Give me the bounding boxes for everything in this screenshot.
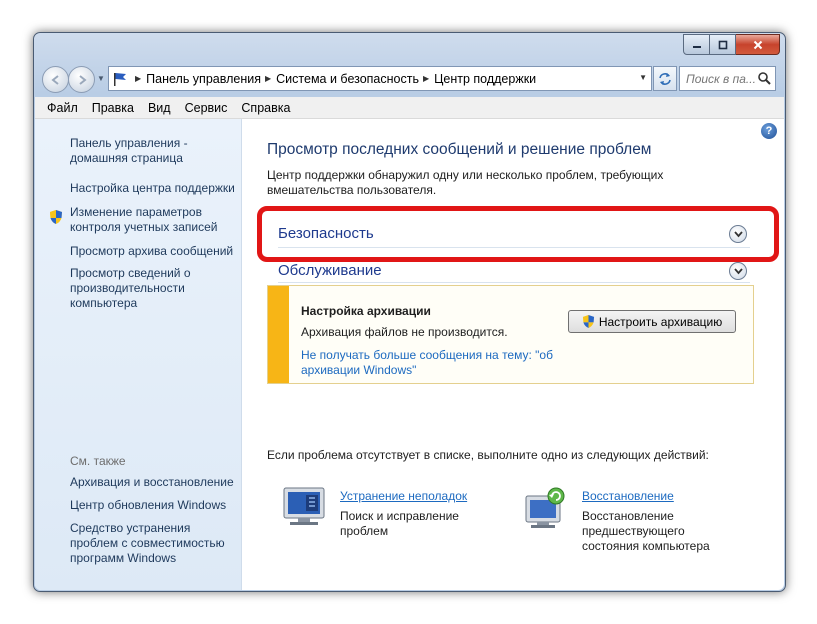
- address-bar[interactable]: ▶ Панель управления ▶ Система и безопасн…: [108, 66, 652, 91]
- sidebar-link-uac-settings[interactable]: Изменение параметров контроля учетных за…: [70, 205, 240, 235]
- chevron-right-icon[interactable]: ▶: [423, 74, 429, 83]
- sidebar-link-performance-info[interactable]: Просмотр сведений о производительности к…: [70, 266, 240, 311]
- minimize-icon: [692, 45, 701, 48]
- if-problem-text: Если проблема отсутствует в списке, выпо…: [267, 448, 709, 462]
- sidebar-link-archive-messages[interactable]: Просмотр архива сообщений: [70, 244, 240, 259]
- section-maintenance[interactable]: Обслуживание: [278, 259, 738, 281]
- menu-bar: Файл Правка Вид Сервис Справка: [35, 97, 784, 119]
- page-description: Центр поддержки обнаружил одну или неско…: [267, 168, 664, 197]
- menu-view[interactable]: Вид: [141, 101, 178, 115]
- sidebar-link-action-center-settings[interactable]: Настройка центра поддержки: [70, 181, 240, 196]
- search-box: [679, 66, 776, 91]
- sidebar-link-windows-update[interactable]: Центр обновления Windows: [70, 498, 240, 513]
- recent-pages-dropdown[interactable]: ▼: [97, 74, 105, 83]
- highlight-frame: [257, 206, 779, 262]
- maximize-icon: [718, 40, 727, 49]
- menu-tools[interactable]: Сервис: [178, 101, 235, 115]
- sidebar-link-control-panel-home[interactable]: Панель управления - домашняя страница: [70, 136, 240, 166]
- sidebar-link-backup-restore[interactable]: Архивация и восстановление: [70, 475, 240, 490]
- see-also-heading: См. также: [70, 454, 126, 468]
- setup-backup-button[interactable]: Настроить архивацию: [568, 310, 736, 333]
- maximize-button[interactable]: [710, 34, 736, 55]
- troubleshooting-icon: [283, 487, 325, 525]
- section-maintenance-label: Обслуживание: [278, 261, 382, 279]
- uac-shield-icon: [582, 315, 594, 328]
- chevron-right-icon[interactable]: ▶: [135, 74, 141, 83]
- refresh-icon: [659, 72, 671, 85]
- recovery-link[interactable]: Восстановление: [582, 489, 674, 503]
- alert-suppress-link[interactable]: Не получать больше сообщения на тему: "о…: [301, 348, 581, 378]
- breadcrumb: ▶ Панель управления ▶ Система и безопасн…: [131, 72, 536, 86]
- content-area: Панель управления - домашняя страница На…: [35, 119, 784, 590]
- breadcrumb-system-security[interactable]: Система и безопасность: [276, 72, 419, 86]
- menu-file[interactable]: Файл: [35, 101, 85, 115]
- close-button[interactable]: [736, 34, 780, 55]
- troubleshooting-desc: Поиск и исправление проблем: [340, 509, 459, 538]
- caption-buttons: [683, 34, 780, 55]
- close-icon: [753, 40, 762, 49]
- backup-alert: Настройка архивации Архивация файлов не …: [267, 285, 754, 384]
- search-input[interactable]: [684, 70, 758, 87]
- arrow-left-icon: [50, 74, 59, 85]
- menu-edit[interactable]: Правка: [85, 101, 141, 115]
- chevron-down-icon: [733, 267, 743, 274]
- sidebar-link-compatibility-troubleshooter[interactable]: Средство устранения проблем с совместимо…: [70, 521, 240, 566]
- alert-title: Настройка архивации: [301, 304, 431, 318]
- help-button[interactable]: ?: [761, 123, 777, 139]
- setup-backup-label: Настроить архивацию: [598, 314, 723, 329]
- breadcrumb-control-panel[interactable]: Панель управления: [146, 72, 261, 86]
- expand-maintenance-button[interactable]: [729, 262, 747, 280]
- uac-shield-icon: [49, 209, 63, 228]
- question-mark-icon: ?: [765, 125, 773, 137]
- recovery-icon: [525, 487, 565, 528]
- back-button[interactable]: [42, 66, 69, 93]
- chevron-right-icon[interactable]: ▶: [265, 74, 271, 83]
- alert-text: Архивация файлов не производится.: [301, 325, 508, 339]
- control-panel-window: ▼ ▶ Панель управления ▶ Система и безопа…: [33, 32, 786, 592]
- recovery-desc: Восстановление предшествующего состояния…: [582, 509, 710, 553]
- menu-help[interactable]: Справка: [234, 101, 297, 115]
- breadcrumb-action-center[interactable]: Центр поддержки: [434, 72, 536, 86]
- action-center-flag-icon: [109, 71, 131, 87]
- troubleshooting-link[interactable]: Устранение неполадок: [340, 489, 467, 503]
- sidebar: Панель управления - домашняя страница На…: [35, 119, 242, 590]
- section-divider: [278, 282, 750, 283]
- forward-button[interactable]: [68, 66, 95, 93]
- refresh-button[interactable]: [653, 66, 677, 91]
- page-title: Просмотр последних сообщений и решение п…: [267, 141, 652, 158]
- arrow-right-icon: [78, 74, 87, 85]
- navigation-row: ▼ ▶ Панель управления ▶ Система и безопа…: [42, 64, 777, 94]
- alert-severity-stripe: [268, 286, 289, 383]
- main-pane: ? Просмотр последних сообщений и решение…: [242, 119, 784, 590]
- search-icon[interactable]: [757, 71, 771, 85]
- address-dropdown-icon[interactable]: ▼: [639, 73, 647, 82]
- minimize-button[interactable]: [683, 34, 710, 55]
